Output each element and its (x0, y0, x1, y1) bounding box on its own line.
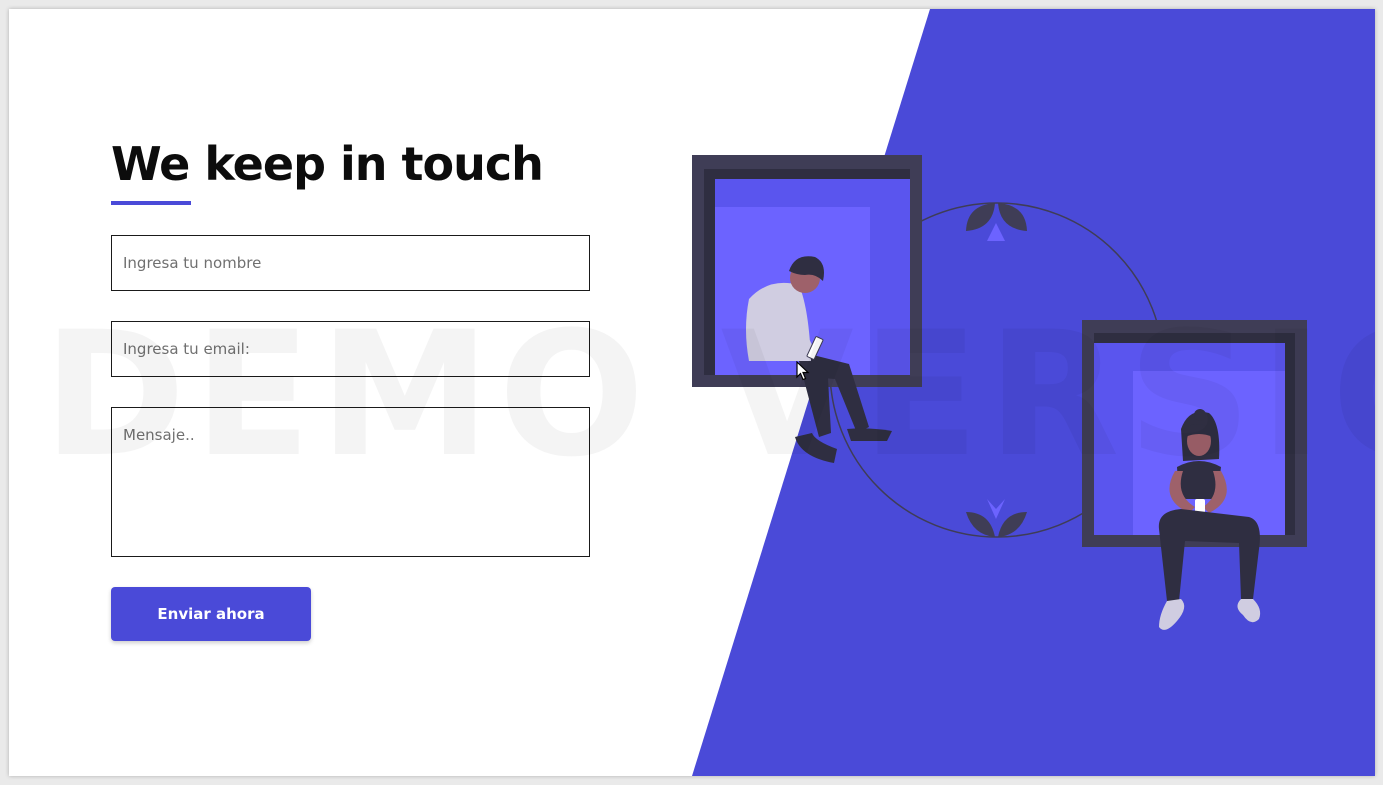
page-frame: DEMO VERSION We keep in touch Enviar aho… (9, 9, 1375, 776)
contact-form: We keep in touch Enviar ahora (111, 137, 591, 642)
mouse-cursor-icon (796, 361, 810, 381)
name-input[interactable] (111, 235, 590, 292)
submit-button[interactable]: Enviar ahora (111, 587, 311, 642)
page-title: We keep in touch (111, 137, 544, 191)
plant-bottom-icon (966, 499, 1027, 537)
email-input[interactable] (111, 321, 590, 378)
plant-top-icon (966, 203, 1027, 241)
message-textarea[interactable] (111, 407, 590, 558)
title-underline (111, 201, 191, 206)
